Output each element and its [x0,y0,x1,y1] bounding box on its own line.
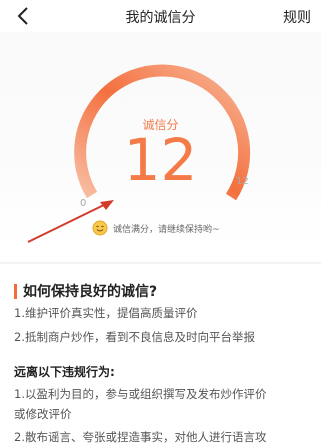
section-title: 如何保持良好的诚信? [23,284,158,300]
list-item: 2.散布谣言、夸张或捏造事实，对他人进行语言攻 [14,430,267,444]
tip-text: 诚信满分，请继续保持哟~ [113,224,220,235]
list-item: 1.以盈利为目的，参与或组织撰写及发布炒作评价 [14,387,267,401]
score-tip: 诚信满分，请继续保持哟~ [92,220,220,236]
rules-link[interactable]: 规则 [283,7,311,27]
section-accent-bar [14,283,17,299]
violations-title: 远离以下违规行为: [14,365,115,379]
top-bar: 我的诚信分 规则 [0,0,321,32]
smiley-icon [92,220,108,236]
list-item: 2.抵制商户炒作，看到不良信息及时向平台举报 [14,330,255,344]
section-divider [0,262,321,264]
list-item: 1.维护评价真实性，提倡高质量评价 [14,306,198,320]
list-item: 或修改评价 [14,407,72,421]
page-title: 我的诚信分 [125,10,196,26]
gauge-max-label: 12 [236,176,249,187]
section-heading: 如何保持良好的诚信? [14,281,157,301]
score-value: 12 [123,126,198,194]
